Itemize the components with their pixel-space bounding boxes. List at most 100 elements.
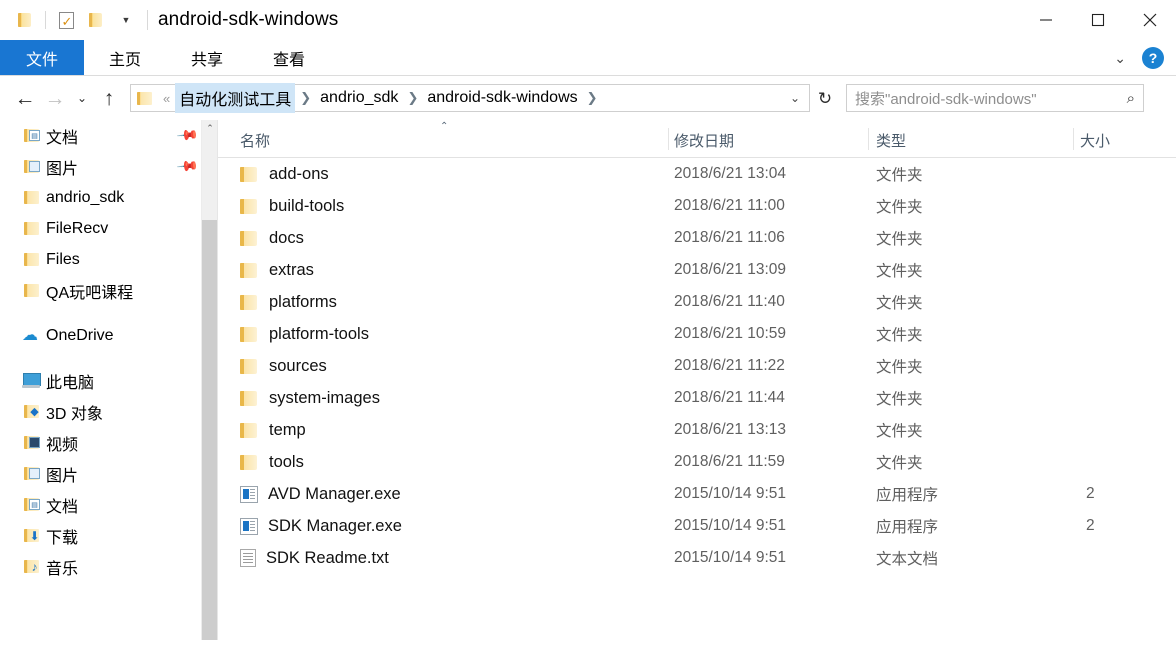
file-name-label: add-ons [269, 164, 329, 183]
sidebar-item-documents[interactable]: ▤ 文档 📌 [0, 120, 218, 151]
table-row[interactable]: tools 2018/6/21 11:59 文件夹 [218, 446, 1176, 478]
qat-properties-button[interactable]: ✓ [51, 6, 81, 34]
pin-icon[interactable]: 📌 [175, 123, 200, 147]
sidebar-item-3d-objects[interactable]: ◆ 3D 对象 [0, 396, 218, 427]
file-name-cell[interactable]: system-images [240, 389, 380, 408]
back-button[interactable]: ← [10, 83, 40, 113]
help-button[interactable]: ? [1142, 47, 1164, 69]
search-input[interactable]: 搜索"android-sdk-windows" [855, 88, 1127, 109]
file-date-cell: 2015/10/14 9:51 [674, 517, 787, 534]
table-row[interactable]: SDK Manager.exe 2015/10/14 9:51 应用程序 2 [218, 510, 1176, 542]
column-header-date[interactable]: 修改日期 [674, 130, 734, 151]
qat-divider [45, 11, 46, 29]
table-row[interactable]: system-images 2018/6/21 11:44 文件夹 [218, 382, 1176, 414]
file-name-label: platform-tools [269, 324, 369, 343]
sidebar-item-andrio-sdk[interactable]: andrio_sdk [0, 182, 218, 213]
sidebar-scroll-thumb[interactable] [202, 220, 218, 640]
sidebar-item-this-pc[interactable]: 此电脑 [0, 365, 218, 396]
sidebar-item-label: OneDrive [46, 326, 114, 344]
breadcrumb-item-0[interactable]: 自动化测试工具 [175, 83, 296, 113]
breadcrumb-overflow-button[interactable]: « [158, 91, 175, 106]
search-box[interactable]: 搜索"android-sdk-windows" ⌕ [846, 84, 1144, 112]
file-name-cell[interactable]: platform-tools [240, 325, 369, 344]
file-name-label: extras [269, 260, 314, 279]
sidebar-item-pictures[interactable]: 图片 📌 [0, 151, 218, 182]
breadcrumb-separator-0[interactable]: ❯ [295, 90, 316, 106]
column-header-name[interactable]: 名称 [240, 130, 270, 151]
table-row[interactable]: platforms 2018/6/21 11:40 文件夹 [218, 286, 1176, 318]
sidebar-item-onedrive[interactable]: ☁ OneDrive [0, 320, 218, 351]
breadcrumb-separator-2[interactable]: ❯ [582, 90, 603, 106]
ribbon-tab-bar: 文件 主页 共享 查看 ⌄ ? [0, 40, 1176, 76]
file-name-cell[interactable]: platforms [240, 293, 337, 312]
qat-new-folder-button[interactable] [81, 6, 111, 34]
qat-folder-button[interactable] [10, 6, 40, 34]
forward-button[interactable]: → [40, 83, 70, 113]
table-row[interactable]: SDK Readme.txt 2015/10/14 9:51 文本文档 [218, 542, 1176, 574]
table-row[interactable]: AVD Manager.exe 2015/10/14 9:51 应用程序 2 [218, 478, 1176, 510]
maximize-button[interactable] [1072, 0, 1124, 40]
file-name-cell[interactable]: temp [240, 421, 306, 440]
checkmark-document-icon: ✓ [58, 11, 74, 29]
file-date-cell: 2018/6/21 11:40 [674, 293, 785, 310]
file-name-cell[interactable]: extras [240, 261, 314, 280]
ribbon-right-controls: ⌄ ? [1106, 40, 1170, 76]
refresh-button[interactable]: ↻ [810, 83, 840, 113]
breadcrumb-item-2[interactable]: android-sdk-windows [423, 86, 581, 110]
sidebar-item-music[interactable]: ♪ 音乐 [0, 551, 218, 582]
table-row[interactable]: docs 2018/6/21 11:06 文件夹 [218, 222, 1176, 254]
expand-ribbon-button[interactable]: ⌄ [1106, 50, 1134, 67]
file-name-cell[interactable]: add-ons [240, 165, 329, 184]
minimize-button[interactable] [1020, 0, 1072, 40]
file-name-label: sources [269, 356, 327, 375]
table-row[interactable]: build-tools 2018/6/21 11:00 文件夹 [218, 190, 1176, 222]
tab-view[interactable]: 查看 [248, 40, 330, 75]
tab-share[interactable]: 共享 [166, 40, 248, 75]
file-name-label: system-images [269, 388, 380, 407]
breadcrumb-separator-1[interactable]: ❯ [402, 90, 423, 106]
column-divider-1[interactable] [668, 128, 669, 150]
table-row[interactable]: extras 2018/6/21 13:09 文件夹 [218, 254, 1176, 286]
file-date-cell: 2018/6/21 11:00 [674, 197, 785, 214]
column-header-type[interactable]: 类型 [876, 130, 906, 151]
sidebar-item-documents-pc[interactable]: ▤ 文档 [0, 489, 218, 520]
qat-customize-button[interactable]: ▼ [111, 6, 141, 34]
address-dropdown-button[interactable]: ⌄ [781, 91, 809, 105]
sidebar-scrollbar[interactable]: ⌃ [201, 120, 218, 640]
tab-home[interactable]: 主页 [84, 40, 166, 75]
sidebar-item-files[interactable]: Files [0, 244, 218, 275]
folder-videos-icon [24, 434, 42, 452]
file-name-cell[interactable]: docs [240, 229, 304, 248]
close-button[interactable] [1124, 0, 1176, 40]
file-name-cell[interactable]: SDK Manager.exe [240, 517, 402, 536]
sidebar-item-filerecv[interactable]: FileRecv [0, 213, 218, 244]
breadcrumb-item-1[interactable]: andrio_sdk [316, 86, 402, 110]
sidebar-item-pictures-pc[interactable]: 图片 [0, 458, 218, 489]
scroll-up-arrow-icon[interactable]: ⌃ [202, 120, 218, 137]
recent-locations-button[interactable]: ⌄ [70, 83, 94, 113]
table-row[interactable]: add-ons 2018/6/21 13:04 文件夹 [218, 158, 1176, 190]
table-row[interactable]: temp 2018/6/21 13:13 文件夹 [218, 414, 1176, 446]
file-name-cell[interactable]: SDK Readme.txt [240, 549, 389, 568]
column-divider-2[interactable] [868, 128, 869, 150]
sidebar-item-downloads[interactable]: ⬇ 下载 [0, 520, 218, 551]
breadcrumb-bar[interactable]: « 自动化测试工具 ❯ andrio_sdk ❯ android-sdk-win… [130, 83, 810, 113]
title-bar: ✓ ▼ android-sdk-windows [0, 0, 1176, 40]
sidebar-item-qa-course[interactable]: QA玩吧课程 [0, 275, 218, 306]
column-divider-3[interactable] [1073, 128, 1074, 150]
application-icon [240, 485, 258, 503]
column-header-size[interactable]: 大小 [1080, 130, 1110, 151]
pin-icon[interactable]: 📌 [175, 154, 200, 178]
folder-icon [240, 326, 259, 343]
file-name-cell[interactable]: sources [240, 357, 327, 376]
up-button[interactable]: ↑ [94, 83, 124, 113]
sidebar-item-videos[interactable]: 视频 [0, 427, 218, 458]
folder-icon [240, 358, 259, 375]
table-row[interactable]: platform-tools 2018/6/21 10:59 文件夹 [218, 318, 1176, 350]
tab-file[interactable]: 文件 [0, 40, 84, 75]
table-row[interactable]: sources 2018/6/21 11:22 文件夹 [218, 350, 1176, 382]
file-name-cell[interactable]: tools [240, 453, 304, 472]
file-name-cell[interactable]: build-tools [240, 197, 344, 216]
file-name-cell[interactable]: AVD Manager.exe [240, 485, 401, 504]
window-title: android-sdk-windows [158, 9, 339, 30]
